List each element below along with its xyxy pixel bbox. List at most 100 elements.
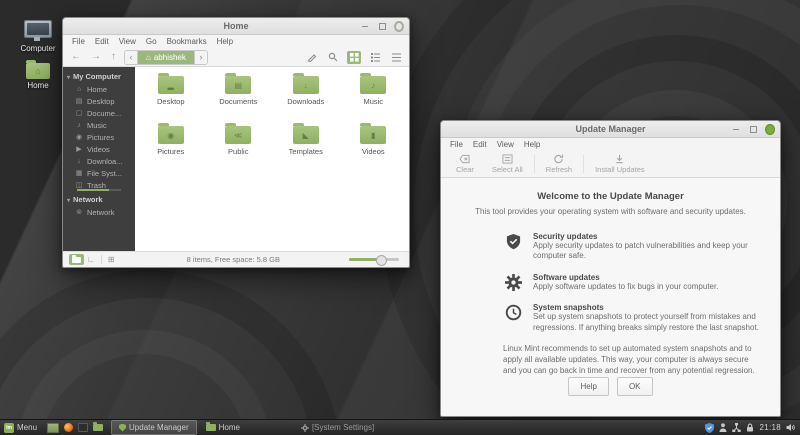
menu-item[interactable]: Help	[519, 140, 545, 149]
toolbar-button-label: Refresh	[545, 165, 573, 174]
breadcrumb-current[interactable]: ⌂ abhishek	[137, 50, 195, 64]
terminal-launcher[interactable]	[78, 423, 89, 432]
breadcrumb-left-chevron[interactable]: ‹	[125, 50, 137, 64]
collapse-arrow-icon	[67, 72, 70, 81]
update-manager-titlebar[interactable]: Update Manager	[441, 121, 780, 138]
sidebar-item[interactable]: ▶ Videos	[63, 143, 135, 155]
feature-title: Software updates	[533, 272, 600, 282]
list-view-button[interactable]	[389, 51, 403, 64]
menu-item[interactable]: File	[67, 37, 90, 46]
menu-item[interactable]: Edit	[90, 37, 114, 46]
search-icon[interactable]	[326, 51, 340, 64]
menu-button[interactable]: lm Menu	[0, 420, 43, 435]
folder-item[interactable]: ▂ Desktop	[137, 73, 205, 123]
folder-item[interactable]: ♪ Music	[340, 73, 408, 123]
gear-icon	[503, 273, 523, 292]
files-launcher[interactable]	[93, 422, 104, 431]
slider-handle[interactable]	[376, 255, 387, 266]
volume-icon[interactable]	[786, 423, 795, 432]
menu-item[interactable]: Bookmarks	[162, 37, 212, 46]
clear-button[interactable]: Clear	[447, 151, 483, 177]
show-hidden-button[interactable]: ⊞	[105, 255, 118, 264]
taskbar-window-home[interactable]: Home	[199, 421, 247, 434]
ok-button[interactable]: OK	[616, 377, 653, 396]
menu-item[interactable]: View	[114, 37, 141, 46]
user-applet-icon[interactable]	[719, 423, 727, 432]
firefox-launcher[interactable]	[64, 423, 74, 432]
sidebar-item[interactable]: ◉ Pictures	[63, 131, 135, 143]
sidebar-section-network[interactable]: Network	[63, 193, 135, 206]
folder-icon	[205, 422, 216, 431]
maximize-button[interactable]	[748, 124, 758, 134]
folder-emblem: ▤	[234, 80, 243, 90]
sidebar-item[interactable]: ⊚ Network	[63, 206, 135, 218]
breadcrumb-right-chevron[interactable]: ›	[194, 50, 207, 64]
desktop-icon-computer[interactable]: Computer	[12, 20, 64, 53]
sidebar-item-icon: ⌂	[76, 85, 82, 93]
close-button[interactable]	[765, 123, 775, 135]
desktop-icon-label: Computer	[20, 44, 56, 53]
back-button[interactable]: ←	[69, 52, 83, 62]
refresh-button[interactable]: Refresh	[537, 151, 581, 177]
compact-view-button[interactable]	[368, 51, 382, 64]
sidebar-item-icon: ◫	[75, 182, 83, 189]
help-button[interactable]: Help	[568, 377, 609, 396]
launcher-icons	[43, 420, 107, 435]
sidebar-item[interactable]: ♪ Music	[63, 119, 135, 131]
icon-zoom-slider[interactable]	[349, 255, 399, 266]
sidebar-item[interactable]: ⌂ Home	[63, 83, 135, 95]
feature-title: System snapshots	[533, 303, 604, 313]
edit-location-icon[interactable]	[305, 51, 319, 64]
sidebar-item-icon: ♪	[77, 121, 81, 129]
sidebar-item[interactable]: ↓ Downloa...	[63, 155, 135, 167]
select-all-button[interactable]: Select All	[483, 151, 532, 177]
toggle-treeview-button[interactable]: ∟	[84, 255, 98, 264]
forward-button[interactable]: →	[89, 52, 103, 62]
clock[interactable]: 21:18	[759, 423, 781, 432]
menu-item[interactable]: View	[492, 140, 519, 149]
show-desktop-button[interactable]	[47, 422, 60, 433]
menu-item[interactable]: Edit	[468, 140, 492, 149]
install-updates-button[interactable]: Install Updates	[586, 151, 654, 177]
maximize-button[interactable]	[377, 21, 387, 31]
updates-available-icon[interactable]	[705, 422, 715, 433]
sidebar-section-my-computer[interactable]: My Computer	[63, 70, 135, 83]
sidebar-item-label: Docume...	[87, 108, 122, 118]
menu-item[interactable]: Go	[141, 37, 162, 46]
snapshot-clock-icon	[503, 303, 523, 333]
folder-item[interactable]: ▮ Videos	[340, 123, 408, 173]
taskbar-window-system-settings[interactable]: [System Settings]	[294, 421, 381, 434]
feature-title: Security updates	[533, 232, 598, 241]
sidebar-item[interactable]: ▤ Desktop	[63, 95, 135, 107]
folder-label: Documents	[219, 97, 258, 106]
taskbar-window-update-manager[interactable]: Update Manager	[111, 420, 197, 435]
network-icon[interactable]	[732, 423, 742, 432]
feature-security-updates: Security updates Apply security updates …	[503, 232, 780, 262]
collapse-arrow-icon	[67, 195, 70, 204]
minimize-button[interactable]	[731, 124, 741, 134]
folder-icon: ▮	[360, 123, 387, 144]
sidebar-item-icon: ↓	[77, 157, 81, 165]
grid-view-button[interactable]	[347, 50, 361, 64]
folder-item[interactable]: ≪ Public	[205, 123, 273, 173]
menu-item[interactable]: File	[445, 140, 468, 149]
folder-item[interactable]: ◣ Templates	[272, 123, 340, 173]
window-title: Update Manager	[575, 124, 646, 134]
folder-icon: ▤	[225, 73, 252, 94]
minimize-button[interactable]	[360, 21, 370, 31]
desktop-icon-home[interactable]: Home	[12, 60, 64, 90]
folder-icon: ◉	[157, 123, 184, 144]
sidebar-item[interactable]: ▢ Docume...	[63, 107, 135, 119]
up-button[interactable]: ↑	[109, 52, 118, 62]
file-manager-titlebar[interactable]: Home	[63, 18, 409, 35]
folder-item[interactable]: ◉ Pictures	[137, 123, 205, 173]
folder-icon: ↓	[292, 73, 319, 94]
lock-keyboard-icon[interactable]	[746, 423, 754, 432]
close-button[interactable]	[394, 20, 404, 32]
toggle-places-button[interactable]	[69, 254, 84, 265]
update-manager-shield-icon	[119, 423, 127, 432]
folder-item[interactable]: ↓ Downloads	[272, 73, 340, 123]
sidebar-item[interactable]: ▦ File Syst...	[63, 167, 135, 179]
folder-item[interactable]: ▤ Documents	[205, 73, 273, 123]
menu-item[interactable]: Help	[212, 37, 238, 46]
